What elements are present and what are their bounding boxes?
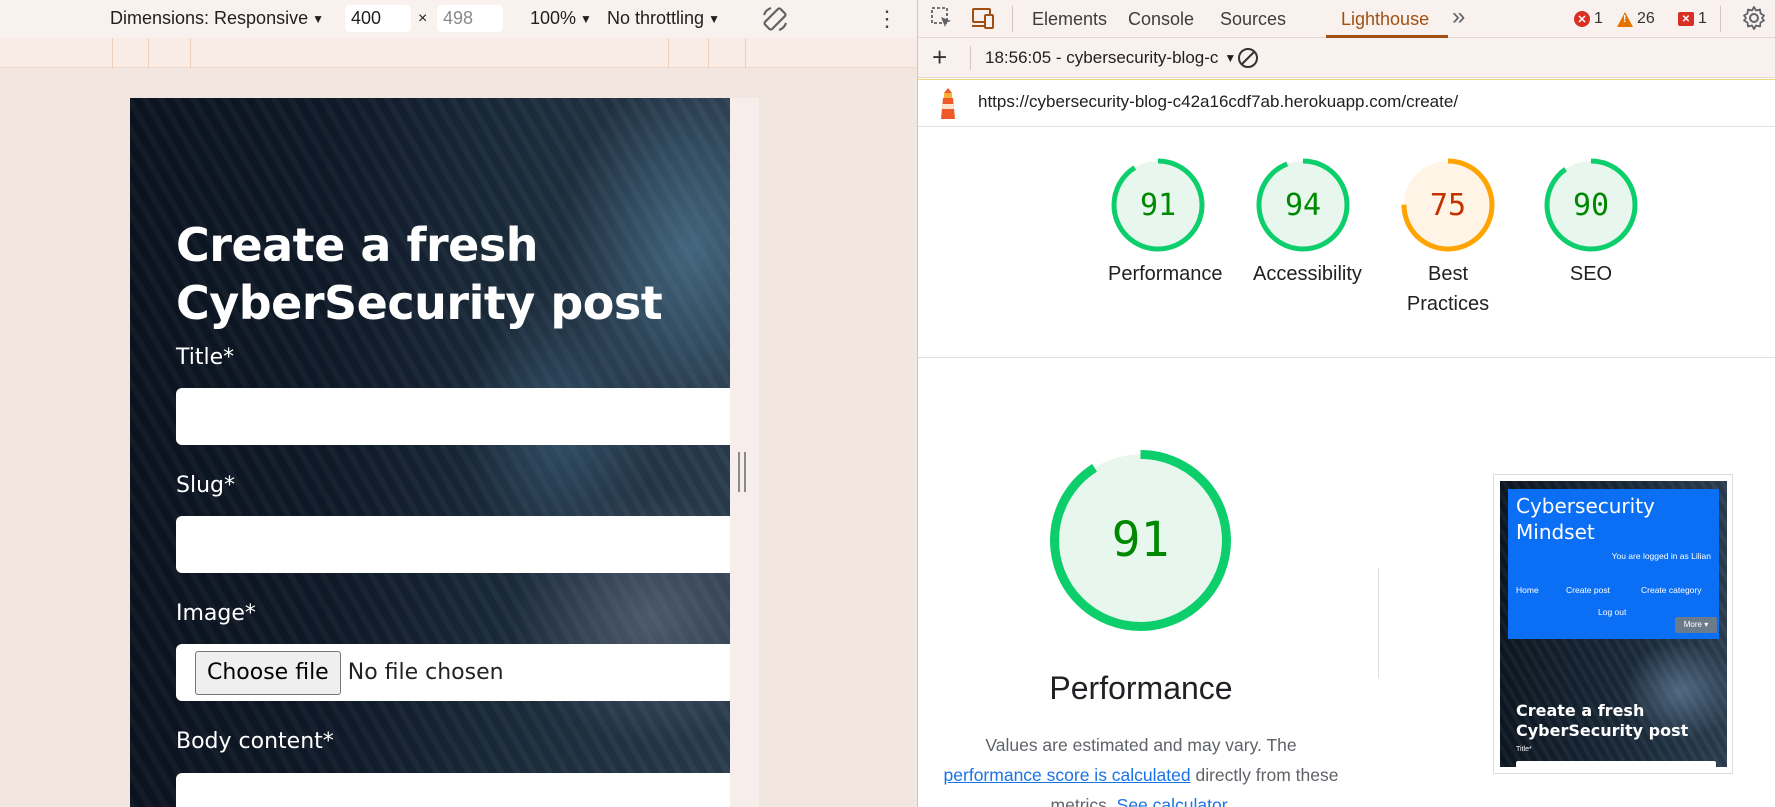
- error-icon: ✕: [1574, 11, 1590, 27]
- thumbnail-brand: Cybersecurity Mindset: [1516, 494, 1655, 544]
- device-emulation-pane: Dimensions: Responsive ▼ 400 × 498 100% …: [0, 0, 917, 807]
- see-calculator-link[interactable]: See calculator.: [1117, 795, 1232, 807]
- times-sign: ×: [418, 10, 428, 27]
- image-file-input: Choose file No file chosen: [176, 644, 730, 701]
- clear-icon[interactable]: [1236, 46, 1260, 75]
- audited-url[interactable]: https://cybersecurity-blog-c42a16cdf7ab.…: [978, 92, 1458, 112]
- devtools-panel: Elements Console Sources Lighthouse » ✕ …: [917, 0, 1775, 807]
- note-text: directly from these: [1195, 765, 1339, 785]
- thumbnail-logged-in: You are logged in as Lilian: [1611, 551, 1711, 561]
- device-toolbar: Dimensions: Responsive ▼ 400 × 498 100% …: [0, 0, 917, 38]
- caret-down-icon: ▼: [312, 11, 324, 26]
- lighthouse-toolbar: + 18:56:05 - cybersecurity-blog-c ▼: [918, 38, 1775, 78]
- errors-counter[interactable]: ✕ 1: [1574, 10, 1603, 28]
- vertical-divider: [1378, 568, 1379, 678]
- zoom-label: 100%: [530, 8, 577, 28]
- note-text: metrics.: [1050, 795, 1112, 807]
- thumbnail-navbar: Cybersecurity Mindset You are logged in …: [1508, 489, 1719, 639]
- slug-input[interactable]: [176, 516, 730, 573]
- score-value: 75: [1430, 188, 1466, 223]
- choose-file-button[interactable]: Choose file: [195, 650, 341, 695]
- tab-console[interactable]: Console: [1128, 9, 1194, 30]
- score-label: SEO: [1569, 263, 1613, 285]
- tab-sources[interactable]: Sources: [1220, 9, 1286, 30]
- thumbnail-heading: Create a fresh CyberSecurity post: [1516, 701, 1689, 740]
- score-calculation-link[interactable]: performance score is calculated: [944, 765, 1191, 785]
- score-value: 90: [1573, 188, 1609, 223]
- errors-count: 1: [1594, 10, 1603, 27]
- title-label: Title*: [176, 345, 235, 370]
- image-label: Image*: [176, 601, 256, 626]
- issues-counter[interactable]: ✕ 1: [1678, 10, 1707, 28]
- thumbnail-content: Cybersecurity Mindset You are logged in …: [1500, 481, 1727, 767]
- caret-down-icon: ▼: [708, 11, 720, 26]
- score-value: 94: [1285, 188, 1321, 223]
- thumbnail-nav-log-out: Log out: [1598, 607, 1627, 617]
- body-label: Body content*: [176, 729, 334, 754]
- page-heading: Create a fresh CyberSecurity post: [176, 218, 663, 330]
- title-input[interactable]: [176, 388, 730, 445]
- score-label: Best Practices: [1406, 263, 1490, 315]
- thumbnail-nav-create-category: Create category: [1641, 585, 1702, 595]
- score-value: 91: [1140, 188, 1176, 223]
- thumbnail-nav-create-post: Create post: [1566, 585, 1610, 595]
- devtools-tab-bar: Elements Console Sources Lighthouse » ✕ …: [918, 0, 1775, 38]
- score-label: Accessibility: [1253, 263, 1362, 285]
- rotate-icon[interactable]: [760, 4, 790, 34]
- issues-icon: ✕: [1678, 12, 1694, 26]
- score-gauge-best-practices[interactable]: 75 Best Practices: [1398, 155, 1498, 319]
- score-gauge-performance[interactable]: 91 Performance: [1108, 155, 1223, 289]
- body-content-input[interactable]: [176, 773, 730, 807]
- score-label: Performance: [1108, 263, 1223, 285]
- thumbnail-nav-home: Home: [1516, 585, 1539, 595]
- tab-lighthouse[interactable]: Lighthouse: [1341, 9, 1429, 30]
- warnings-count: 26: [1637, 10, 1655, 27]
- zoom-dropdown[interactable]: 100% ▼: [530, 8, 592, 29]
- kebab-menu-icon[interactable]: ⋮: [876, 6, 898, 32]
- warning-icon: [1617, 11, 1633, 27]
- performance-title: Performance: [1049, 670, 1233, 706]
- thumbnail-input: [1516, 761, 1716, 767]
- caret-down-icon: ▼: [1224, 51, 1237, 65]
- score-gauge-accessibility[interactable]: 94 Accessibility: [1253, 155, 1362, 289]
- warnings-counter[interactable]: 26: [1617, 10, 1655, 28]
- thumbnail-title-label: Title*: [1516, 746, 1532, 753]
- height-input[interactable]: 498: [437, 5, 503, 32]
- lighthouse-url-bar: https://cybersecurity-blog-c42a16cdf7ab.…: [918, 79, 1775, 127]
- more-tabs-icon[interactable]: »: [1452, 3, 1465, 31]
- emulated-viewport: Create a fresh CyberSecurity post Title*…: [130, 98, 730, 807]
- section-divider: [918, 357, 1775, 358]
- width-input[interactable]: 400: [345, 5, 411, 32]
- dimensions-dropdown[interactable]: Dimensions: Responsive ▼: [110, 8, 324, 29]
- settings-gear-icon[interactable]: [1741, 5, 1767, 36]
- caret-down-icon: ▼: [580, 11, 592, 26]
- tab-elements[interactable]: Elements: [1032, 9, 1107, 30]
- issues-count: 1: [1698, 10, 1707, 27]
- performance-gauge-large: 91: [1050, 450, 1231, 631]
- lighthouse-logo-icon: [941, 88, 955, 119]
- throttling-dropdown[interactable]: No throttling ▼: [607, 8, 720, 29]
- thumbnail-more-button: More ▾: [1675, 617, 1717, 633]
- score-gauge-seo[interactable]: 90 SEO: [1541, 155, 1641, 289]
- media-query-ruler: [0, 38, 917, 68]
- inspect-element-icon[interactable]: [930, 6, 954, 35]
- performance-note: Values are estimated and may vary. The p…: [934, 730, 1348, 807]
- throttling-label: No throttling: [607, 8, 705, 28]
- performance-score-large: 91: [1112, 512, 1170, 568]
- resize-handle[interactable]: [738, 452, 746, 492]
- report-label: 18:56:05 - cybersecurity-blog-c: [985, 48, 1219, 67]
- slug-label: Slug*: [176, 473, 235, 498]
- final-screenshot-thumbnail[interactable]: Cybersecurity Mindset You are logged in …: [1493, 474, 1733, 774]
- report-select[interactable]: 18:56:05 - cybersecurity-blog-c ▼: [985, 48, 1236, 68]
- note-text: Values are estimated and may vary. The: [985, 735, 1297, 755]
- no-file-chosen-text: No file chosen: [347, 660, 504, 685]
- dimensions-label: Dimensions: Responsive: [110, 8, 309, 28]
- plus-icon[interactable]: +: [932, 42, 947, 73]
- device-toggle-icon[interactable]: [970, 6, 996, 35]
